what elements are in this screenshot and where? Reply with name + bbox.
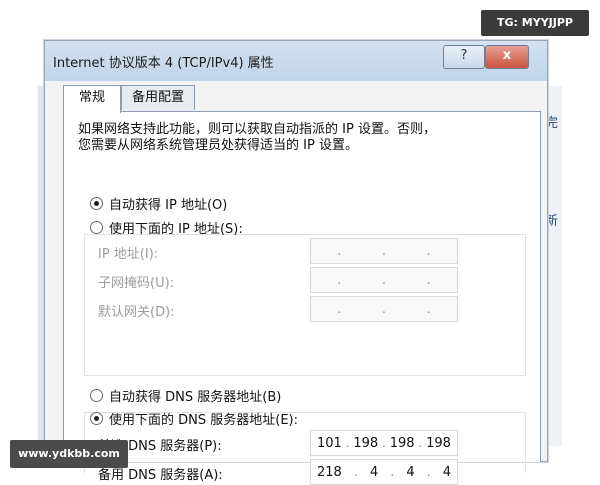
- default-gateway-input[interactable]: . . .: [310, 296, 458, 322]
- ip-octet[interactable]: 4: [443, 465, 451, 480]
- background-window-edge-right: [548, 86, 562, 446]
- watermark-badge: www.ydkbb.com: [10, 440, 128, 468]
- radio-unselected-icon[interactable]: [90, 389, 103, 402]
- radio-auto-dns[interactable]: 自动获得 DNS 服务器地址(B): [90, 386, 281, 405]
- tab-general[interactable]: 常规: [63, 85, 121, 113]
- radio-selected-icon[interactable]: [90, 412, 103, 425]
- ip-address-input[interactable]: . . .: [310, 238, 458, 264]
- alternate-dns-input[interactable]: 218. 4. 4. 4: [310, 459, 458, 485]
- ip-octet[interactable]: 218: [317, 465, 342, 480]
- radio-manual-dns-label: 使用下面的 DNS 服务器地址(E):: [109, 413, 298, 428]
- ip-octet[interactable]: 198: [426, 436, 451, 451]
- watermark-badge: TG: MYYJJPP: [481, 10, 589, 36]
- ip-octet[interactable]: 4: [370, 465, 378, 480]
- title-bar[interactable]: Internet 协议版本 4 (TCP/IPv4) 属性 ? x: [45, 41, 547, 81]
- subnet-mask-label: 子网掩码(U):: [98, 276, 175, 291]
- description-line: 如果网络支持此功能，则可以获取自动指派的 IP 设置。否则，: [78, 122, 436, 137]
- ip-octet[interactable]: 4: [406, 465, 414, 480]
- close-button[interactable]: x: [485, 45, 529, 69]
- help-button[interactable]: ?: [443, 45, 485, 69]
- radio-auto-ip-label: 自动获得 IP 地址(O): [109, 198, 228, 213]
- help-icon: ?: [460, 48, 468, 63]
- default-gateway-label: 默认网关(D):: [98, 305, 175, 320]
- tab-alternate-configuration[interactable]: 备用配置: [121, 85, 195, 110]
- radio-unselected-icon[interactable]: [90, 221, 103, 234]
- window-title: Internet 协议版本 4 (TCP/IPv4) 属性: [53, 56, 274, 71]
- radio-manual-dns[interactable]: 使用下面的 DNS 服务器地址(E):: [90, 409, 298, 428]
- ip-octet[interactable]: 101: [317, 436, 342, 451]
- ip-octet[interactable]: 198: [353, 436, 378, 451]
- description-text: 如果网络支持此功能，则可以获取自动指派的 IP 设置。否则， 您需要从网络系统管…: [78, 122, 528, 154]
- radio-auto-dns-label: 自动获得 DNS 服务器地址(B): [109, 390, 282, 405]
- subnet-mask-input[interactable]: . . .: [310, 267, 458, 293]
- description-line: 您需要从网络系统管理员处获得适当的 IP 设置。: [78, 138, 358, 153]
- radio-selected-icon[interactable]: [90, 197, 103, 210]
- preferred-dns-input[interactable]: 101. 198. 198. 198: [310, 430, 458, 456]
- radio-auto-ip[interactable]: 自动获得 IP 地址(O): [90, 194, 227, 213]
- ip-address-label: IP 地址(I):: [98, 247, 159, 262]
- radio-manual-ip[interactable]: 使用下面的 IP 地址(S):: [90, 218, 243, 237]
- close-icon: x: [502, 48, 512, 63]
- ip-octet[interactable]: 198: [390, 436, 415, 451]
- general-tab-panel: 如果网络支持此功能，则可以获取自动指派的 IP 设置。否则， 您需要从网络系统管…: [63, 111, 541, 485]
- radio-manual-ip-label: 使用下面的 IP 地址(S):: [109, 222, 243, 237]
- tcpip-properties-dialog: Internet 协议版本 4 (TCP/IPv4) 属性 ? x 常规 备用配…: [44, 40, 548, 485]
